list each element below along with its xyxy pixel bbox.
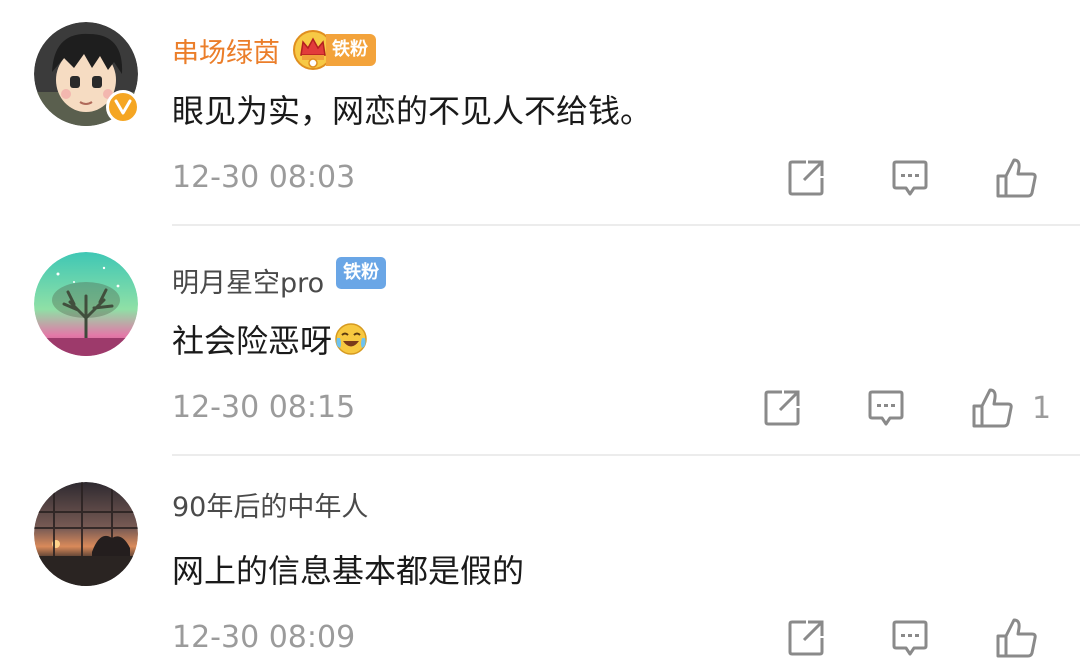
verified-icon (106, 90, 140, 124)
fan-badge[interactable]: 铁粉 (336, 257, 387, 289)
username[interactable]: 明月星空pro (172, 261, 324, 300)
reply-button[interactable] (890, 158, 930, 198)
laugh-cry-emoji-icon (335, 323, 367, 355)
comment-text: 社会险恶呀 (172, 322, 333, 360)
comment-icon (868, 390, 904, 426)
reply-button[interactable] (866, 388, 906, 428)
share-icon (788, 620, 824, 656)
thumbs-up-icon (996, 158, 1037, 198)
avatar[interactable] (34, 252, 138, 356)
avatar[interactable] (34, 482, 138, 586)
timestamp: 12-30 08:03 (172, 160, 356, 195)
like-button[interactable]: 1 (970, 386, 1051, 430)
share-button[interactable] (762, 388, 802, 428)
username[interactable]: 串场绿茵 (172, 31, 280, 70)
divider (172, 224, 1080, 226)
timestamp: 12-30 08:15 (172, 390, 356, 425)
share-icon (788, 160, 824, 196)
comment-text: 眼见为实，网恋的不见人不给钱。 (172, 92, 653, 130)
comment-text: 网上的信息基本都是假的 (172, 552, 525, 590)
reply-button[interactable] (890, 618, 930, 658)
timestamp: 12-30 08:09 (172, 620, 356, 655)
comment-icon (892, 620, 928, 656)
like-button[interactable] (994, 616, 1056, 660)
share-button[interactable] (786, 618, 826, 658)
avatar-image (34, 482, 138, 586)
divider (172, 454, 1080, 456)
share-button[interactable] (786, 158, 826, 198)
username[interactable]: 90年后的中年人 (172, 485, 368, 524)
like-button[interactable] (994, 156, 1056, 200)
avatar-image (34, 252, 138, 356)
thumbs-up-icon (972, 388, 1013, 428)
fan-badge[interactable]: 铁粉 (292, 29, 376, 71)
share-icon (764, 390, 800, 426)
fan-badge-label: 铁粉 (326, 34, 376, 66)
avatar[interactable] (34, 22, 140, 126)
like-count: 1 (1032, 390, 1052, 426)
comment-icon (892, 160, 928, 196)
thumbs-up-icon (996, 618, 1037, 658)
